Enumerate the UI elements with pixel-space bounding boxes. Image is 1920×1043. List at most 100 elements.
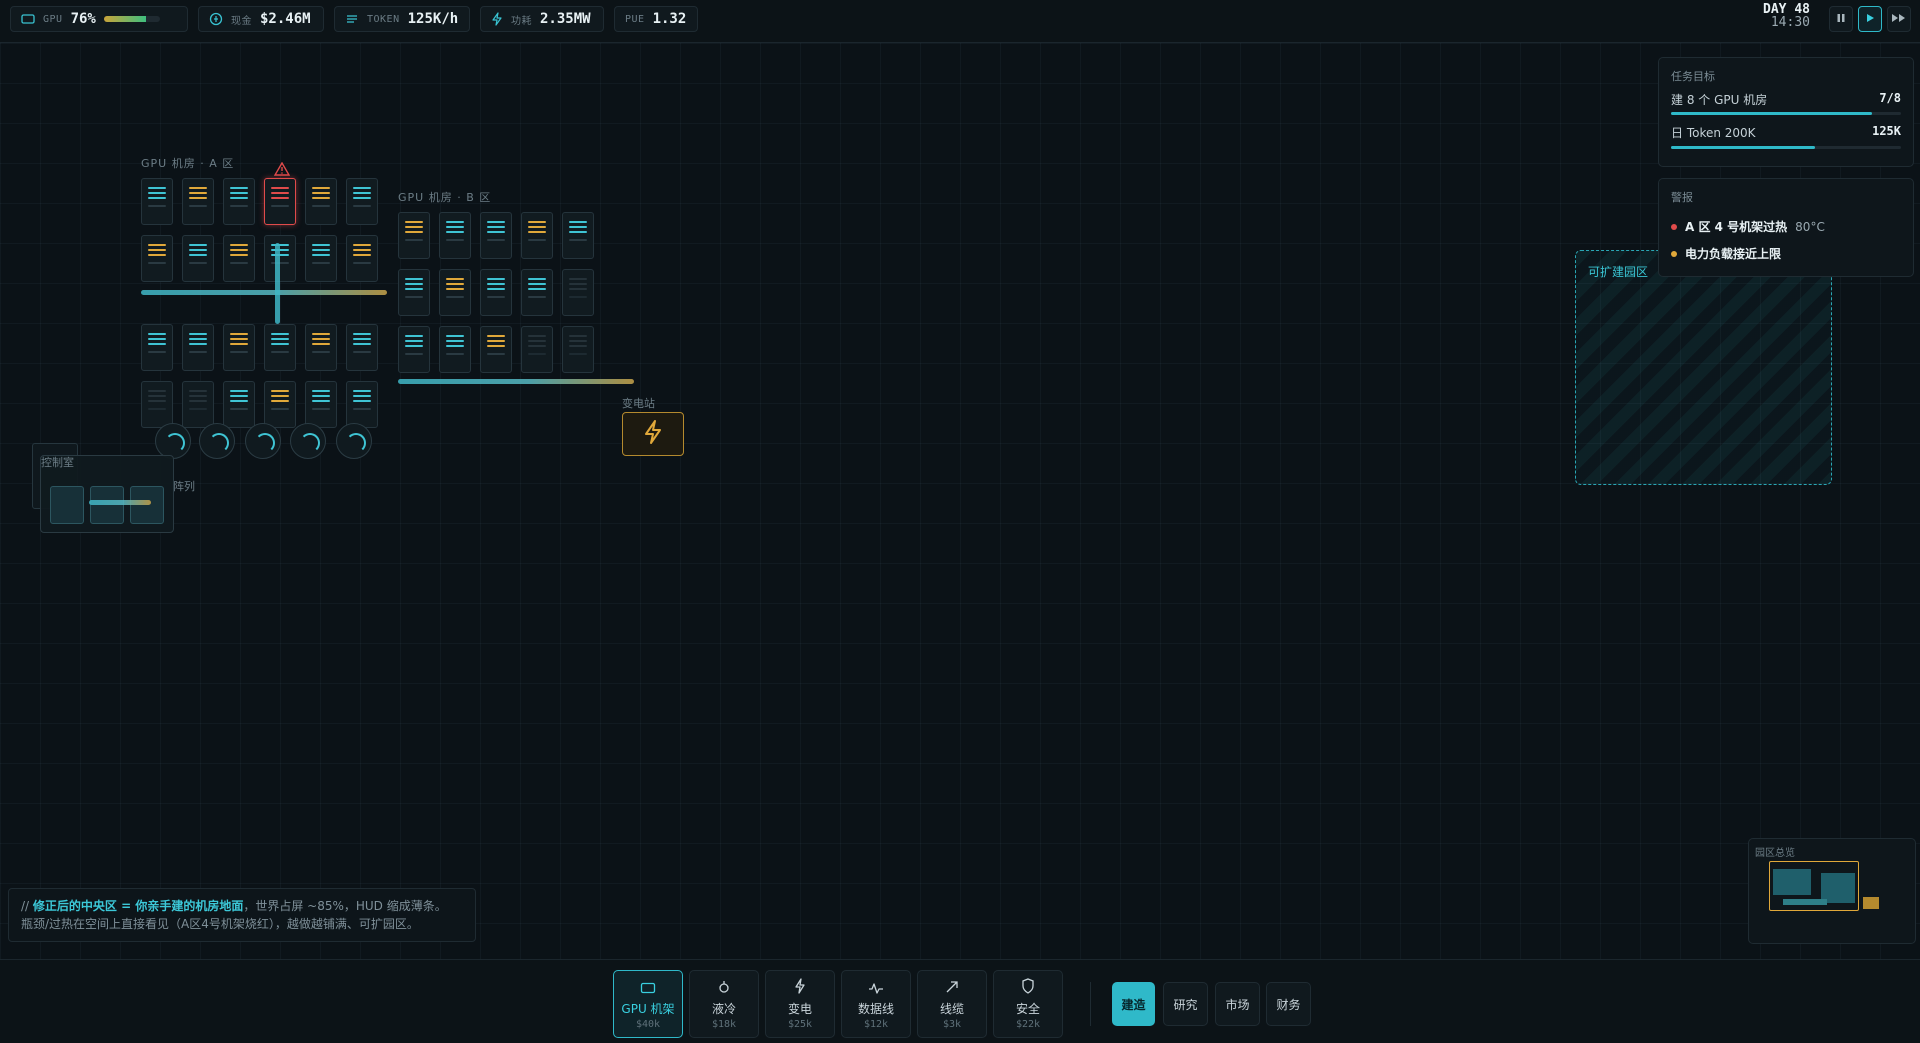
expandable-area[interactable]: 可扩建园区 xyxy=(1575,250,1832,485)
gpu-rack[interactable] xyxy=(141,324,173,371)
tool-price: $18k xyxy=(711,1018,737,1030)
tool-liquid-cooling[interactable]: 液冷 $18k xyxy=(689,970,759,1038)
gpu-stat[interactable]: GPU 76% xyxy=(10,6,188,32)
gpu-rack[interactable] xyxy=(305,324,337,371)
cooling-unit[interactable] xyxy=(245,423,281,459)
note-line2: 瓶颈/过热在空间上直接看见（A区4号机架烧红），越做越铺满、可扩园区。 xyxy=(21,917,419,931)
cooling-unit[interactable] xyxy=(155,423,191,459)
gpu-rack[interactable] xyxy=(521,326,553,373)
gpu-rack[interactable] xyxy=(439,212,471,259)
data-cable-a-vertical[interactable] xyxy=(275,243,280,324)
gpu-rack[interactable] xyxy=(521,212,553,259)
minimap[interactable]: 园区总览 xyxy=(1748,838,1916,944)
gpu-rack[interactable] xyxy=(346,235,378,282)
droplet-icon xyxy=(717,979,731,998)
gpu-rack[interactable] xyxy=(398,212,430,259)
tab-finance[interactable]: 财务 xyxy=(1266,982,1311,1026)
gpu-rack[interactable] xyxy=(305,235,337,282)
gpu-rack[interactable] xyxy=(305,381,337,428)
gpu-rack[interactable] xyxy=(264,381,296,428)
token-stat[interactable]: TOKEN 125K/h xyxy=(334,6,470,32)
control-console[interactable] xyxy=(50,486,84,524)
cooling-unit[interactable] xyxy=(290,423,326,459)
play-icon xyxy=(1865,13,1875,26)
gpu-rack[interactable] xyxy=(562,269,594,316)
tab-market[interactable]: 市场 xyxy=(1215,982,1260,1026)
gpu-rack[interactable] xyxy=(521,269,553,316)
gpu-rack[interactable] xyxy=(346,324,378,371)
objective-progress-value: 125K xyxy=(1872,124,1901,138)
world-map[interactable]: GPU 机房 · A 区 GPU 机房 · B 区 阵列 控制室 变电站 可扩建… xyxy=(0,43,1920,959)
tool-gpu-rack[interactable]: GPU 机架 $40k xyxy=(613,970,683,1038)
gpu-rack[interactable] xyxy=(182,178,214,225)
cash-stat[interactable]: 现金 $2.46M xyxy=(198,6,324,32)
gpu-rack[interactable] xyxy=(182,381,214,428)
fast-forward-icon xyxy=(1891,13,1907,26)
gpu-rack[interactable] xyxy=(398,326,430,373)
gpu-rack[interactable] xyxy=(223,178,255,225)
time-display: 14:30 xyxy=(1770,15,1810,30)
gpu-rack[interactable] xyxy=(562,212,594,259)
gpu-rack[interactable] xyxy=(223,381,255,428)
gpu-rack[interactable] xyxy=(182,324,214,371)
note-highlight: 修正后的中央区 = 你亲手建的机房地面 xyxy=(32,899,244,913)
gpu-rack[interactable] xyxy=(480,269,512,316)
minimap-viewport[interactable] xyxy=(1769,861,1859,911)
cash-label: 现金 xyxy=(231,15,252,27)
control-room[interactable]: 控制室 xyxy=(40,455,174,533)
data-cable-a[interactable] xyxy=(141,290,387,295)
toolbar-divider xyxy=(1090,982,1091,1026)
tool-security[interactable]: 安全 $22k xyxy=(993,970,1063,1038)
expandable-area-label: 可扩建园区 xyxy=(1588,265,1649,279)
alert-detail: 80°C xyxy=(1795,219,1825,234)
alert-item[interactable]: A 区 4 号机架过热 80°C xyxy=(1671,218,1825,235)
gpu-rack[interactable] xyxy=(480,212,512,259)
gpu-rack[interactable] xyxy=(141,178,173,225)
alert-text: A 区 4 号机架过热 xyxy=(1685,220,1788,234)
gpu-rack[interactable] xyxy=(346,381,378,428)
control-cable xyxy=(89,500,151,505)
gpu-rack[interactable] xyxy=(346,178,378,225)
gpu-rack[interactable] xyxy=(223,324,255,371)
gpu-rack[interactable] xyxy=(141,381,173,428)
cooling-unit[interactable] xyxy=(336,423,372,459)
gpu-rack-overheating[interactable] xyxy=(264,178,296,225)
cooling-unit[interactable] xyxy=(199,423,235,459)
pause-button[interactable] xyxy=(1829,6,1853,32)
gpu-rack[interactable] xyxy=(398,269,430,316)
tool-data-line[interactable]: 数据线 $12k xyxy=(841,970,911,1038)
gpu-rack[interactable] xyxy=(439,269,471,316)
data-cable-b[interactable] xyxy=(398,379,634,384)
gpu-rack[interactable] xyxy=(182,235,214,282)
alert-text: 电力负载接近上限 xyxy=(1685,247,1782,261)
pue-stat[interactable]: PUE 1.32 xyxy=(614,6,698,32)
objective-progress-value: 7/8 xyxy=(1879,91,1901,105)
cash-value: $2.46M xyxy=(260,11,311,27)
tab-research[interactable]: 研究 xyxy=(1163,982,1208,1026)
gpu-rack[interactable] xyxy=(223,235,255,282)
zone-a-label: GPU 机房 · A 区 xyxy=(141,157,235,170)
play-button[interactable] xyxy=(1858,6,1882,32)
control-console[interactable] xyxy=(90,486,124,524)
control-console[interactable] xyxy=(130,486,164,524)
gpu-rack[interactable] xyxy=(480,326,512,373)
fast-forward-button[interactable] xyxy=(1887,6,1911,32)
substation[interactable] xyxy=(622,412,684,456)
tab-build[interactable]: 建造 xyxy=(1112,982,1155,1026)
tool-label: 线缆 xyxy=(939,1001,964,1016)
gpu-rack[interactable] xyxy=(439,326,471,373)
tool-power[interactable]: 变电 $25k xyxy=(765,970,835,1038)
power-stat[interactable]: 功耗 2.35MW xyxy=(480,6,604,32)
gpu-rack[interactable] xyxy=(305,178,337,225)
gpu-rack[interactable] xyxy=(141,235,173,282)
arrow-icon xyxy=(945,979,959,998)
design-note: // 修正后的中央区 = 你亲手建的机房地面，世界占屏 ~85%，HUD 缩成薄… xyxy=(8,888,476,942)
gpu-rack[interactable] xyxy=(562,326,594,373)
alert-item[interactable]: 电力负载接近上限 xyxy=(1671,245,1781,262)
tool-price: $3k xyxy=(942,1018,962,1030)
gpu-rack[interactable] xyxy=(264,324,296,371)
tool-cable[interactable]: 线缆 $3k xyxy=(917,970,987,1038)
gpu-rack[interactable] xyxy=(264,235,296,282)
tool-label: 安全 xyxy=(1015,1002,1040,1016)
minimap-substation xyxy=(1863,897,1879,909)
